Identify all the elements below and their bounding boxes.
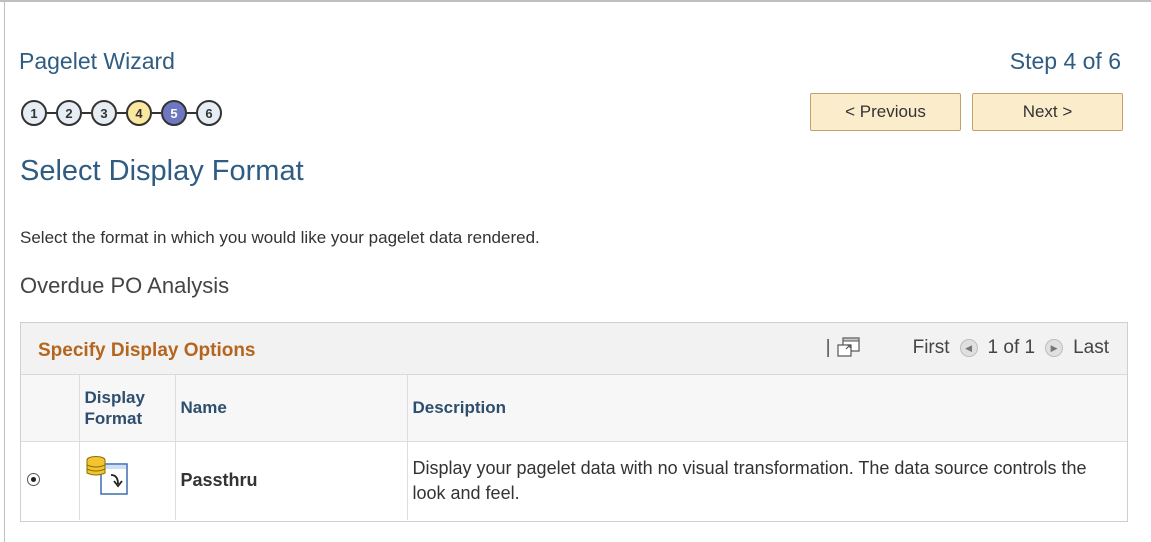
step-5[interactable]: 5 — [161, 100, 187, 126]
next-row-icon[interactable]: ▶ — [1045, 339, 1064, 357]
previous-button[interactable]: < Previous — [810, 93, 961, 131]
table-row: Passthru Display your pagelet data with … — [21, 441, 1127, 520]
passthru-radio[interactable] — [27, 473, 40, 487]
page-heading: Select Display Format — [20, 155, 304, 187]
description-cell: Display your pagelet data with no visual… — [412, 457, 1087, 503]
select-column-header — [21, 375, 80, 442]
grid-header: Specify Display Options | First ◀ 1 of 1… — [21, 323, 1127, 375]
select-cell — [21, 441, 80, 520]
step-connector — [117, 112, 126, 114]
previous-row-icon[interactable]: ◀ — [959, 339, 978, 357]
display-format-column-header: Display Format — [79, 375, 176, 442]
display-options-grid: Specify Display Options | First ◀ 1 of 1… — [20, 322, 1128, 522]
frame-top-border — [0, 0, 1151, 2]
frame-left-border — [4, 0, 5, 542]
display-format-cell — [79, 441, 176, 520]
step-3[interactable]: 3 — [91, 100, 117, 126]
wizard-steps: 1 2 3 4 5 6 — [21, 99, 222, 127]
step-4-current: 4 — [126, 100, 152, 126]
analysis-name: Overdue PO Analysis — [20, 273, 230, 298]
grid-navigation: | First ◀ 1 of 1 ▶ Last — [826, 337, 1109, 359]
row-range: 1 of 1 — [987, 337, 1036, 358]
step-2[interactable]: 2 — [56, 100, 82, 126]
step-connector — [47, 112, 56, 114]
name-column-header: Name — [175, 375, 408, 442]
description-column-header: Description — [407, 375, 1127, 442]
step-connector — [152, 112, 161, 114]
table-header-row: Display Format Name Description — [21, 375, 1127, 442]
step-6[interactable]: 6 — [196, 100, 222, 126]
step-connector — [82, 112, 91, 114]
display-options-table: Display Format Name Description Passthru… — [21, 375, 1127, 520]
step-count: Step 4 of 6 — [1009, 48, 1121, 74]
step-1[interactable]: 1 — [21, 100, 47, 126]
zoom-icon[interactable] — [836, 337, 861, 359]
grid-title: Specify Display Options — [38, 340, 256, 361]
wizard-title: Pagelet Wizard — [19, 48, 175, 74]
instructions-text: Select the format in which you would lik… — [20, 228, 540, 247]
next-button[interactable]: Next > — [972, 93, 1123, 131]
first-link[interactable]: First — [913, 337, 950, 359]
last-link[interactable]: Last — [1073, 337, 1109, 359]
name-cell: Passthru — [175, 441, 408, 520]
passthru-format-icon — [85, 456, 133, 506]
separator: | — [825, 337, 831, 358]
step-connector — [187, 112, 196, 114]
